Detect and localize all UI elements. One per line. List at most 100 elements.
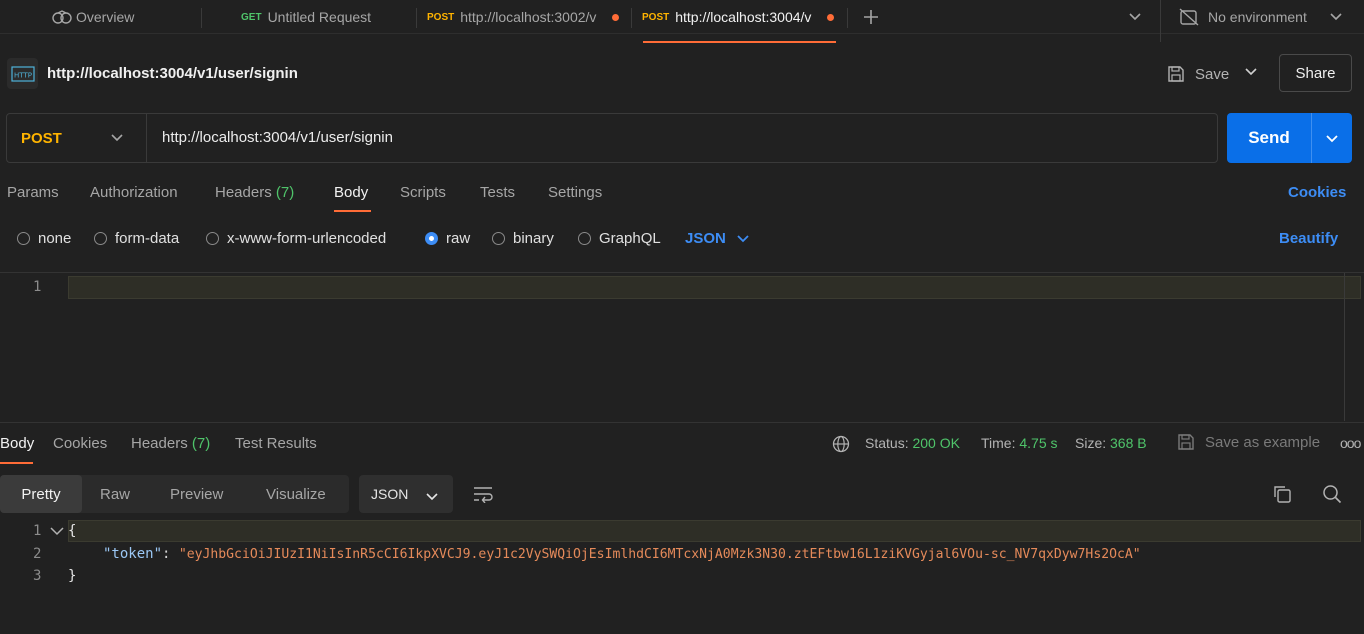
- radio-circle: [94, 232, 107, 245]
- tabs-overflow-chevron-down-icon[interactable]: [1128, 10, 1142, 24]
- view-preview[interactable]: Preview: [170, 475, 223, 513]
- radio-graphql[interactable]: GraphQL: [578, 230, 661, 247]
- http-request-icon: HTTP: [7, 58, 38, 89]
- environment-selector[interactable]: No environment: [1179, 0, 1343, 34]
- radio-label: form-data: [115, 230, 180, 247]
- time-value: 4.75 s: [1019, 435, 1058, 451]
- more-options-icon[interactable]: ooo: [1340, 435, 1361, 451]
- tab-bar: Overview GET Untitled Request POST http:…: [0, 0, 1364, 42]
- tab-untitled-request[interactable]: GET Untitled Request: [241, 0, 371, 34]
- globe-icon[interactable]: [832, 435, 850, 453]
- copy-icon[interactable]: [1272, 484, 1292, 504]
- save-button[interactable]: Save: [1166, 62, 1229, 86]
- response-tab-headers[interactable]: Headers (7): [131, 435, 210, 452]
- view-visualize[interactable]: Visualize: [266, 475, 326, 513]
- new-tab-plus-icon[interactable]: [862, 8, 880, 26]
- response-tab-body[interactable]: Body: [0, 435, 34, 452]
- method-select[interactable]: POST: [7, 114, 147, 162]
- url-bar: POST http://localhost:3004/v1/user/signi…: [6, 113, 1218, 163]
- radio-label: raw: [446, 230, 471, 247]
- radio-urlencoded[interactable]: x-www-form-urlencoded: [206, 230, 386, 247]
- send-options-chevron-down-icon[interactable]: [1325, 132, 1339, 146]
- request-title[interactable]: http://localhost:3004/v1/user/signin: [47, 65, 298, 82]
- request-tabs: Params Authorization Headers (7) Body Sc…: [0, 176, 1364, 212]
- environment-label: No environment: [1208, 9, 1307, 25]
- tab-headers[interactable]: Headers (7): [215, 184, 294, 201]
- radio-circle: [578, 232, 591, 245]
- tab-divider: [416, 8, 417, 28]
- tab-params[interactable]: Params: [7, 184, 59, 201]
- tab-localhost-3002[interactable]: POST http://localhost:3002/v: [427, 0, 620, 34]
- tab-scripts[interactable]: Scripts: [400, 184, 446, 201]
- url-input[interactable]: http://localhost:3004/v1/user/signin: [162, 129, 393, 146]
- radio-binary[interactable]: binary: [492, 230, 554, 247]
- size-indicator[interactable]: Size: 368 B: [1075, 435, 1147, 451]
- send-button[interactable]: Send: [1227, 113, 1352, 163]
- status-indicator[interactable]: Status: 200 OK: [865, 435, 960, 451]
- tab-label: Overview: [76, 9, 135, 25]
- active-request-tab-indicator: [334, 210, 371, 212]
- save-options-chevron-down-icon[interactable]: [1244, 65, 1258, 79]
- share-button[interactable]: Share: [1279, 54, 1352, 92]
- response-tab-cookies[interactable]: Cookies: [53, 435, 107, 452]
- chevron-down-icon: [1330, 13, 1342, 21]
- response-format-select[interactable]: JSON: [359, 475, 453, 513]
- wrap-lines-icon[interactable]: [472, 485, 494, 503]
- tab-label: http://localhost:3002/v: [460, 9, 597, 25]
- line-number: 3: [33, 568, 42, 584]
- unsaved-dot: [827, 13, 835, 21]
- tab-settings[interactable]: Settings: [548, 184, 602, 201]
- response-format-value: JSON: [371, 486, 409, 502]
- tab-divider: [631, 8, 632, 28]
- size-value: 368 B: [1110, 435, 1147, 451]
- json-token-value: "eyJhbGciOiJIUzI1NiIsInR5cCI6IkpXVCJ9.ey…: [178, 547, 1141, 562]
- save-as-example-button[interactable]: Save as example: [1176, 432, 1320, 452]
- save-icon: [1168, 66, 1184, 82]
- json-colon: :: [162, 546, 179, 562]
- unsaved-dot: [612, 13, 620, 21]
- current-line-highlight: [68, 520, 1361, 542]
- beautify-button[interactable]: Beautify: [1279, 230, 1338, 247]
- cookies-link[interactable]: Cookies: [1288, 184, 1346, 201]
- radio-none[interactable]: none: [17, 230, 71, 247]
- chevron-down-icon: [111, 134, 123, 142]
- radio-label: x-www-form-urlencoded: [227, 230, 387, 247]
- line-number: 1: [33, 523, 42, 539]
- radio-circle: [206, 232, 219, 245]
- tab-headers-label: Headers: [215, 184, 272, 201]
- radio-form-data[interactable]: form-data: [94, 230, 179, 247]
- radio-label: GraphQL: [599, 230, 661, 247]
- tab-body[interactable]: Body: [334, 184, 368, 201]
- tab-divider: [1160, 0, 1161, 42]
- tab-divider: [201, 8, 202, 28]
- editor-scrollbar[interactable]: [1344, 273, 1345, 421]
- tab-label: http://localhost:3004/v: [675, 9, 812, 25]
- search-icon[interactable]: [1322, 484, 1342, 504]
- tab-authorization[interactable]: Authorization: [90, 184, 178, 201]
- tab-localhost-3004[interactable]: POST http://localhost:3004/v: [642, 0, 835, 34]
- chevron-down-icon: [737, 234, 749, 242]
- current-line-highlight: [68, 276, 1361, 299]
- fold-chevron-down-icon[interactable]: [50, 527, 64, 537]
- tab-overview[interactable]: Overview: [52, 0, 134, 34]
- send-label: Send: [1248, 128, 1290, 147]
- json-token-line: "token": "eyJhbGciOiJIUzI1NiIsInR5cCI6Ik…: [103, 546, 1141, 562]
- view-pretty[interactable]: Pretty: [0, 475, 82, 513]
- line-number: 1: [33, 279, 42, 295]
- tab-tests[interactable]: Tests: [480, 184, 515, 201]
- json-close-brace: }: [68, 568, 77, 584]
- status-value: 200 OK: [912, 435, 960, 451]
- raw-format-select[interactable]: JSON: [685, 230, 750, 247]
- tab-label: Untitled Request: [267, 9, 372, 25]
- overview-icon: [52, 10, 72, 24]
- view-raw[interactable]: Raw: [100, 475, 130, 513]
- response-tab-test-results[interactable]: Test Results: [235, 435, 317, 452]
- time-indicator[interactable]: Time: 4.75 s: [981, 435, 1058, 451]
- time-label: Time:: [981, 435, 1016, 451]
- radio-raw[interactable]: raw: [425, 230, 470, 247]
- svg-text:HTTP: HTTP: [14, 71, 32, 79]
- tab-method: POST: [642, 11, 670, 23]
- raw-format-value: JSON: [685, 230, 726, 247]
- request-body-editor[interactable]: 1: [0, 272, 1364, 422]
- active-tab-indicator: [643, 41, 836, 43]
